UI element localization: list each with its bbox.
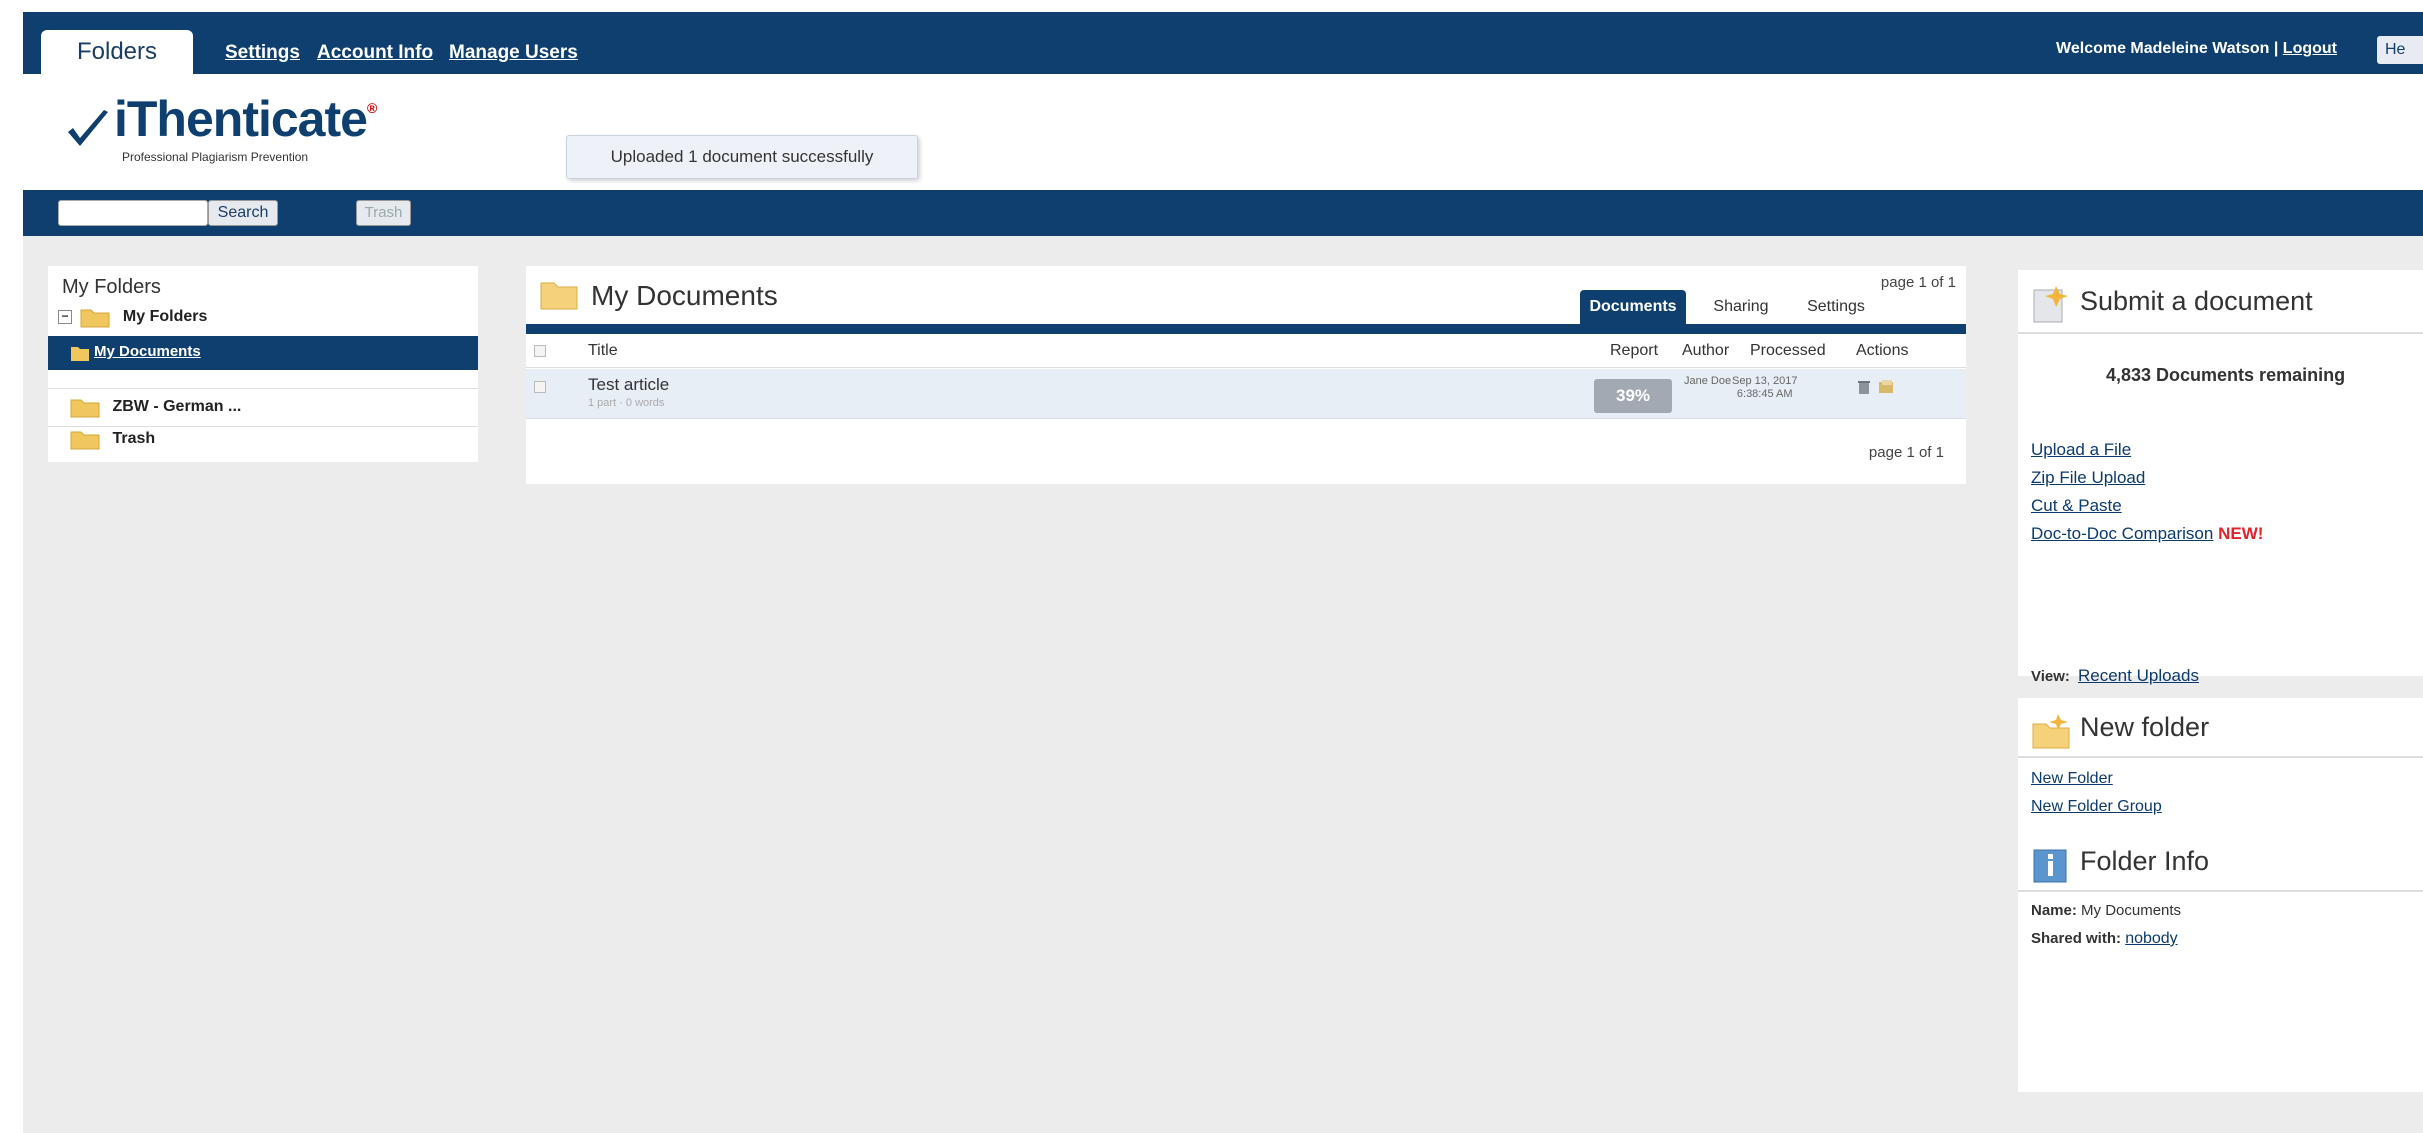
registered-mark: ® (366, 100, 377, 116)
cut-paste-link[interactable]: Cut & Paste (2031, 496, 2122, 516)
tab-sharing[interactable]: Sharing (1696, 290, 1786, 324)
sidebar-item-label: Trash (112, 430, 156, 448)
submit-document-panel: Submit a document 4,833 Documents remain… (2018, 270, 2423, 685)
open-folder-icon (71, 347, 89, 361)
nav-manage-users-link[interactable]: Manage Users (449, 42, 578, 64)
shared-with-row: Shared with: nobody (2031, 930, 2178, 948)
new-folder-panel-title: New folder (2080, 712, 2210, 742)
document-list-panel: My Documents page 1 of 1 Documents Shari… (526, 266, 1966, 484)
welcome-text: Welcome Madeleine Watson | (2056, 40, 2279, 57)
search-bar: Search Trash (23, 190, 2423, 236)
content-area: My Folders − My Folders My Documents ZBW… (23, 236, 2423, 1133)
trash-button[interactable]: Trash (356, 200, 411, 226)
folder-icon (540, 282, 578, 310)
table-row[interactable]: Test article 1 part · 0 words 39% Jane D… (526, 369, 1966, 419)
tree-divider (48, 426, 478, 427)
brand-name: iThenticate® (114, 91, 377, 147)
documents-remaining: 4,833 Documents remaining (2106, 365, 2346, 385)
checkmark-logo-icon (68, 110, 108, 146)
folder-name-label: Name: (2031, 902, 2077, 919)
sidebar-item-zbw-german[interactable]: ZBW - German ... (70, 396, 241, 424)
folder-name-row: Name: My Documents (2031, 902, 2181, 919)
new-folder-panel: New folder New Folder New Folder Group (2018, 698, 2423, 848)
doc-to-doc-row: Doc-to-Doc Comparison NEW! (2031, 524, 2263, 544)
panel-divider (2018, 890, 2423, 892)
nav-settings-link[interactable]: Settings (225, 42, 300, 64)
sidebar-item-trash[interactable]: Trash (70, 428, 155, 456)
sidebar-item-my-documents[interactable]: My Documents (48, 336, 478, 370)
doc-to-doc-comparison-link[interactable]: Doc-to-Doc Comparison (2031, 524, 2213, 543)
search-input[interactable] (58, 200, 208, 226)
select-all-checkbox[interactable] (534, 345, 546, 357)
tab-folders[interactable]: Folders (41, 30, 193, 74)
folder-name-value: My Documents (2081, 902, 2182, 919)
similarity-report-badge[interactable]: 39% (1594, 379, 1672, 413)
shared-with-label: Shared with: (2031, 930, 2122, 947)
pagination-top: page 1 of 1 (1880, 274, 1956, 291)
new-badge: NEW! (2218, 524, 2264, 543)
collapse-icon[interactable]: − (58, 310, 72, 324)
processed-date: Sep 13, 2017 (1732, 375, 1798, 387)
brand-tagline: Professional Plagiarism Prevention (122, 150, 309, 164)
tree-divider (48, 388, 478, 389)
folder-tree-panel: My Folders − My Folders My Documents ZBW… (48, 266, 478, 462)
table-header: Title Report Author Processed Actions (526, 334, 1966, 368)
panel-divider (2018, 332, 2423, 334)
zip-upload-link[interactable]: Zip File Upload (2031, 468, 2145, 488)
folder-icon (70, 431, 100, 450)
search-button[interactable]: Search (208, 200, 278, 226)
document-title-link[interactable]: Test article (588, 375, 669, 395)
column-report[interactable]: Report (1610, 342, 1658, 360)
submit-document-icon (2033, 286, 2068, 323)
folder-tree-root-label: My Folders (122, 308, 208, 326)
tab-underline (526, 324, 1966, 334)
document-author: Jane Doe (1684, 375, 1732, 387)
top-nav-bar: Folders Settings Account Info Manage Use… (23, 12, 2423, 74)
column-title[interactable]: Title (588, 342, 618, 360)
upload-file-link[interactable]: Upload a File (2031, 440, 2131, 460)
view-label: View: (2031, 668, 2070, 685)
submit-panel-title: Submit a document (2080, 286, 2313, 316)
upload-success-notice: Uploaded 1 document successfully (566, 135, 918, 179)
panel-divider (2018, 756, 2423, 758)
new-folder-link[interactable]: New Folder (2031, 770, 2113, 788)
folder-info-panel: Folder Info Name: My Documents Shared wi… (2018, 832, 2423, 1092)
help-button[interactable]: He (2377, 36, 2423, 64)
column-author[interactable]: Author (1682, 342, 1729, 360)
folder-info-panel-title: Folder Info (2080, 846, 2210, 876)
recent-uploads-link[interactable]: Recent Uploads (2078, 666, 2199, 686)
folder-icon (80, 309, 110, 328)
row-checkbox[interactable] (534, 381, 546, 393)
move-document-icon[interactable] (1878, 379, 1894, 395)
tab-settings[interactable]: Settings (1788, 290, 1884, 324)
sidebar-item-label: ZBW - German ... (112, 398, 242, 416)
document-meta: 1 part · 0 words (588, 397, 665, 409)
folder-tree-root[interactable]: − My Folders (58, 306, 207, 334)
delete-icon[interactable] (1856, 379, 1872, 395)
logout-link[interactable]: Logout (2283, 40, 2337, 57)
welcome-message: Welcome Madeleine Watson | Logout (2056, 40, 2337, 58)
document-processed: Sep 13, 2017 6:38:45 AM (1732, 375, 1797, 401)
column-processed[interactable]: Processed (1750, 342, 1826, 360)
pagination-bottom: page 1 of 1 (1868, 444, 1944, 461)
folder-tree-title: My Folders (62, 276, 161, 298)
new-folder-icon (2032, 714, 2070, 749)
folder-title: My Documents (591, 280, 778, 311)
column-actions: Actions (1856, 342, 1909, 359)
tab-documents[interactable]: Documents (1580, 290, 1686, 324)
folder-icon (70, 399, 100, 418)
info-icon (2033, 849, 2067, 883)
nav-account-info-link[interactable]: Account Info (317, 42, 433, 64)
sidebar-item-label: My Documents (94, 343, 201, 360)
processed-time: 6:38:45 AM (1736, 388, 1793, 400)
new-folder-group-link[interactable]: New Folder Group (2031, 798, 2162, 816)
shared-with-link[interactable]: nobody (2125, 930, 2178, 947)
